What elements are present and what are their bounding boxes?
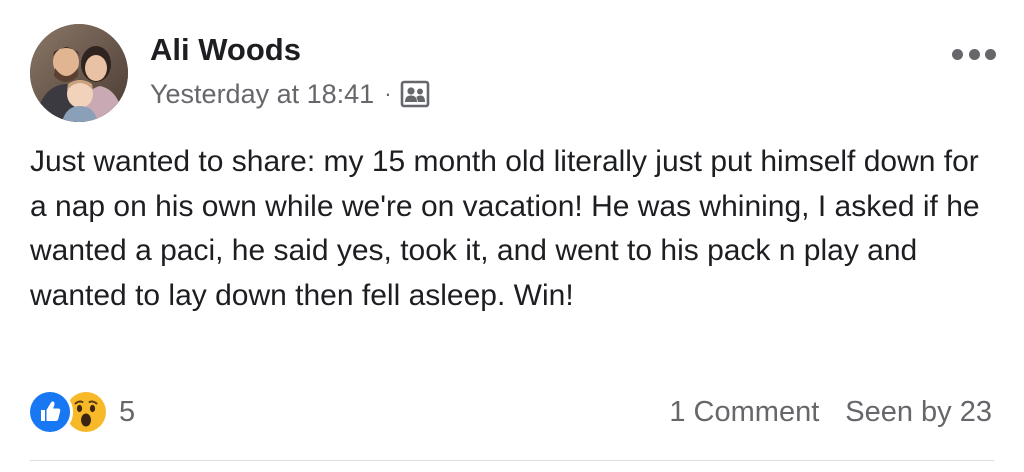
post-stats: 1 Comment Seen by 23 — [669, 392, 992, 432]
seen-by-link[interactable]: Seen by 23 — [845, 396, 992, 429]
post-divider — [30, 460, 994, 461]
post-meta: Yesterday at 18:41 · — [150, 76, 430, 112]
meta-separator: · — [384, 81, 392, 106]
more-dot-icon — [985, 48, 996, 60]
post-options-button[interactable] — [952, 44, 996, 64]
reactions-summary[interactable]: 5 — [27, 389, 136, 435]
more-dot-icon — [968, 48, 980, 60]
more-dot-icon — [952, 48, 963, 60]
post-body: Just wanted to share: my 15 month old li… — [30, 145, 980, 312]
feed-post: Ali Woods Yesterday at 18:41 · Just want… — [0, 0, 1024, 472]
post-timestamp[interactable]: Yesterday at 18:41 — [150, 79, 374, 110]
friends-audience-icon — [400, 79, 430, 109]
author-avatar[interactable] — [30, 24, 128, 122]
like-reaction-icon — [27, 389, 73, 435]
reaction-count: 5 — [119, 395, 136, 428]
author-name[interactable]: Ali Woods — [150, 30, 301, 70]
comments-count-link[interactable]: 1 Comment — [669, 396, 819, 429]
